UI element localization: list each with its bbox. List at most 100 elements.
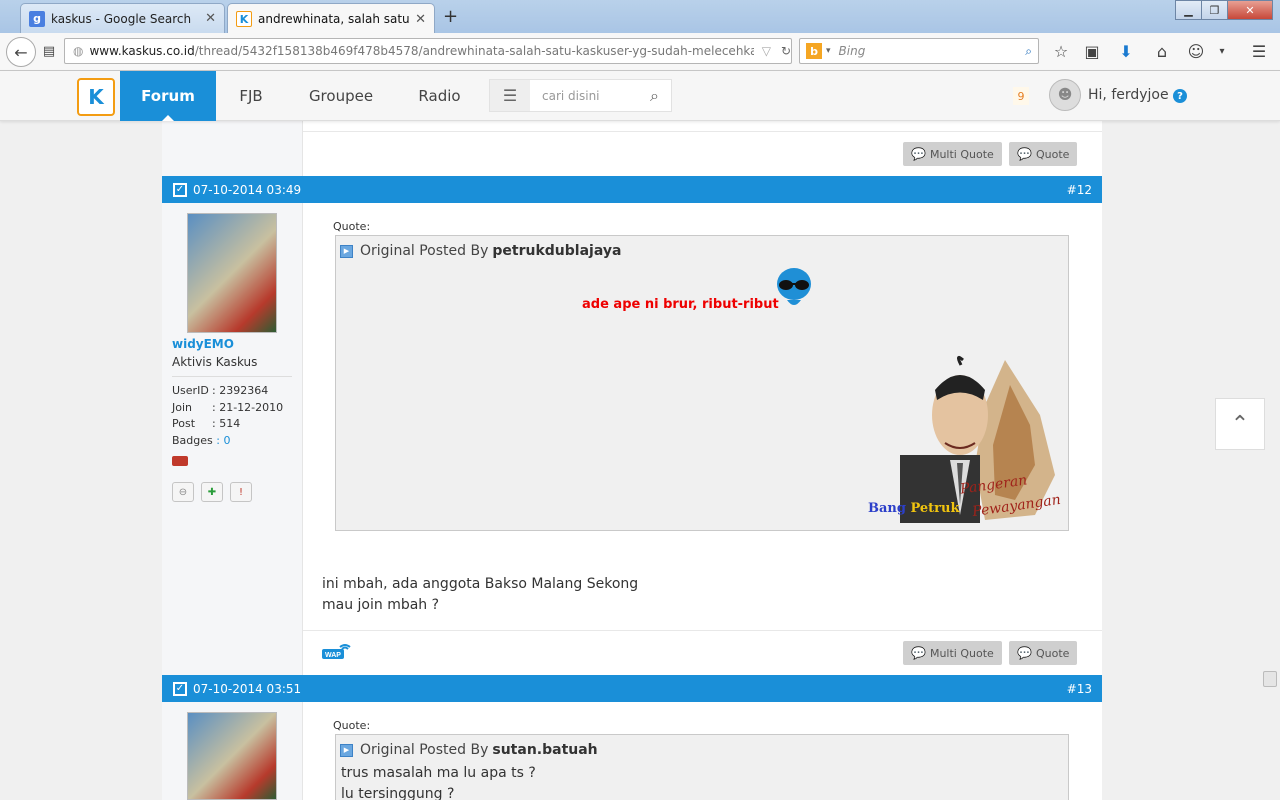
quote-label: Quote (1035, 147, 1070, 161)
globe-icon: ◍ (73, 44, 84, 58)
help-icon[interactable]: ? (1173, 89, 1187, 103)
url-host: www.kaskus.co.id (89, 44, 195, 58)
post-number[interactable]: #13 (1067, 682, 1092, 696)
post-header: ✓ 07-10-2014 03:51 #13 (162, 675, 1102, 702)
multi-quote-label: Multi Quote (929, 646, 994, 660)
quote-author[interactable]: petrukdublajaya (492, 243, 621, 259)
report-icon[interactable]: ! (230, 482, 252, 502)
google-icon: g (29, 10, 45, 27)
blue-alien-smiley-icon (775, 266, 813, 310)
username-link[interactable]: widyEMO (172, 337, 234, 351)
reload-icon[interactable]: ↻ (781, 44, 791, 58)
multi-quote-label: Multi Quote (929, 147, 994, 161)
history-icon[interactable]: ▤ (40, 42, 58, 60)
user-join-row: Join: 21-12-2010 (172, 401, 284, 414)
user-greeting[interactable]: Hi, ferdyjoe (1088, 87, 1169, 103)
add-reputation-icon[interactable]: ✚ (201, 482, 223, 502)
quote-text: ade ape ni brur, ribut-ribut (582, 297, 779, 312)
close-window-button[interactable]: ✕ (1227, 0, 1273, 20)
checkbox-icon[interactable]: ✓ (173, 681, 187, 696)
avatar[interactable]: ☻ (1049, 79, 1081, 111)
close-tab-icon[interactable]: ✕ (205, 11, 216, 26)
post-number[interactable]: #12 (1067, 183, 1092, 197)
user-rank: Aktivis Kaskus (172, 355, 258, 369)
user-avatar[interactable] (187, 213, 277, 333)
user-avatar[interactable] (187, 712, 277, 800)
browser-search-input[interactable]: b ▾ Bing ⌕ (799, 38, 1039, 64)
download-icon[interactable]: ⬇ (1117, 42, 1135, 61)
menu-icon[interactable]: ☰ (1249, 42, 1269, 61)
tab-title: andrewhinata, salah satu k... (258, 12, 410, 26)
reputation-icon (172, 456, 188, 466)
profile-icon[interactable]: ⊖ (172, 482, 194, 502)
comment-icon: 💬 (1017, 646, 1032, 660)
user-badges-row: Badges : 0 (172, 434, 231, 447)
url-path: /thread/5432f158138b469f478b4578/andrewh… (194, 44, 754, 58)
browser-navbar: ← ▤ ◍ www.kaskus.co.id /thread/5432f1581… (0, 33, 1280, 71)
tab-title: kaskus - Google Search (51, 11, 192, 26)
kaskus-logo[interactable]: K (77, 78, 115, 116)
quote-author[interactable]: sutan.batuah (492, 742, 597, 758)
browser-titlebar: g kaskus - Google Search ✕ K andrewhinat… (0, 0, 1280, 34)
comments-icon: 💬 (911, 147, 926, 161)
post-divider (303, 131, 1102, 132)
chevron-down-icon[interactable]: ▾ (1215, 42, 1229, 60)
minimize-button[interactable]: ▁ (1175, 0, 1202, 20)
notification-badge[interactable]: 9 (1013, 87, 1029, 105)
comments-icon: 💬 (911, 646, 926, 660)
addon-icon[interactable]: ☺ (1187, 42, 1205, 61)
view-post-icon[interactable]: ▶ (340, 244, 353, 258)
list-icon[interactable]: ☰ (490, 80, 530, 111)
quote-title: ▶ Original Posted By petrukdublajaya (340, 243, 621, 259)
restore-button[interactable]: ❐ (1201, 0, 1228, 20)
close-tab-icon[interactable]: ✕ (415, 12, 426, 27)
site-search[interactable]: ☰ cari disini ⌕ (489, 79, 672, 112)
dropdown-arrow-icon[interactable]: ▽ (762, 44, 771, 58)
quote-label: Quote (1035, 646, 1070, 660)
scroll-to-top-button[interactable]: ⌃ (1215, 398, 1265, 450)
quote-title: ▶ Original Posted By sutan.batuah (340, 742, 598, 758)
svg-text:WAP: WAP (325, 652, 341, 659)
search-placeholder: Bing (838, 44, 866, 58)
nav-groupee[interactable]: Groupee (300, 71, 382, 121)
search-icon[interactable]: ⌕ (1025, 44, 1032, 59)
quote-label: Quote: (333, 719, 371, 732)
url-bar[interactable]: ◍ www.kaskus.co.id /thread/5432f158138b4… (64, 38, 792, 64)
post-date: 07-10-2014 03:49 (193, 182, 302, 197)
signature-caption: Bang Petruk (868, 501, 960, 516)
new-tab-icon[interactable]: + (443, 6, 458, 27)
quote-text: trus masalah ma lu apa ts ? lu tersinggu… (341, 765, 536, 800)
scrollbar-thumb[interactable] (1263, 671, 1277, 687)
bing-icon: b (806, 43, 822, 59)
bookmarks-list-icon[interactable]: ▣ (1083, 42, 1101, 61)
multi-quote-button[interactable]: 💬 Multi Quote (903, 142, 1002, 166)
quote-button[interactable]: 💬 Quote (1009, 641, 1078, 665)
user-id-row: UserID: 2392364 (172, 384, 269, 397)
home-icon[interactable]: ⌂ (1153, 42, 1171, 61)
post-header: ✓ 07-10-2014 03:49 #12 (162, 176, 1102, 203)
browser-tab-kaskus[interactable]: K andrewhinata, salah satu k... ✕ (227, 3, 435, 34)
checkbox-icon[interactable]: ✓ (173, 182, 187, 197)
user-divider (172, 376, 292, 377)
post-divider (303, 630, 1102, 631)
nav-forum[interactable]: Forum (120, 71, 216, 121)
kaskus-favicon: K (236, 11, 252, 27)
nav-radio[interactable]: Radio (407, 71, 472, 121)
bookmark-star-icon[interactable]: ☆ (1052, 42, 1070, 61)
browser-tab-google[interactable]: g kaskus - Google Search ✕ (20, 3, 225, 33)
back-arrow-icon[interactable]: ← (6, 37, 36, 67)
post-date: 07-10-2014 03:51 (193, 681, 302, 696)
post-body: ini mbah, ada anggota Bakso Malang Sekon… (322, 576, 639, 613)
nav-fjb[interactable]: FJB (226, 71, 276, 121)
search-icon[interactable]: ⌕ (650, 86, 659, 106)
comment-icon: 💬 (1017, 147, 1032, 161)
wap-icon: WAP (322, 641, 352, 659)
view-post-icon[interactable]: ▶ (340, 743, 353, 757)
multi-quote-button[interactable]: 💬 Multi Quote (903, 641, 1002, 665)
user-post-row: Post: 514 (172, 417, 241, 430)
chevron-down-icon[interactable]: ▾ (826, 46, 831, 56)
quote-button[interactable]: 💬 Quote (1009, 142, 1078, 166)
site-search-input[interactable]: cari disini (530, 89, 650, 103)
quote-label: Quote: (333, 220, 371, 233)
prev-post-user-column (162, 121, 303, 176)
